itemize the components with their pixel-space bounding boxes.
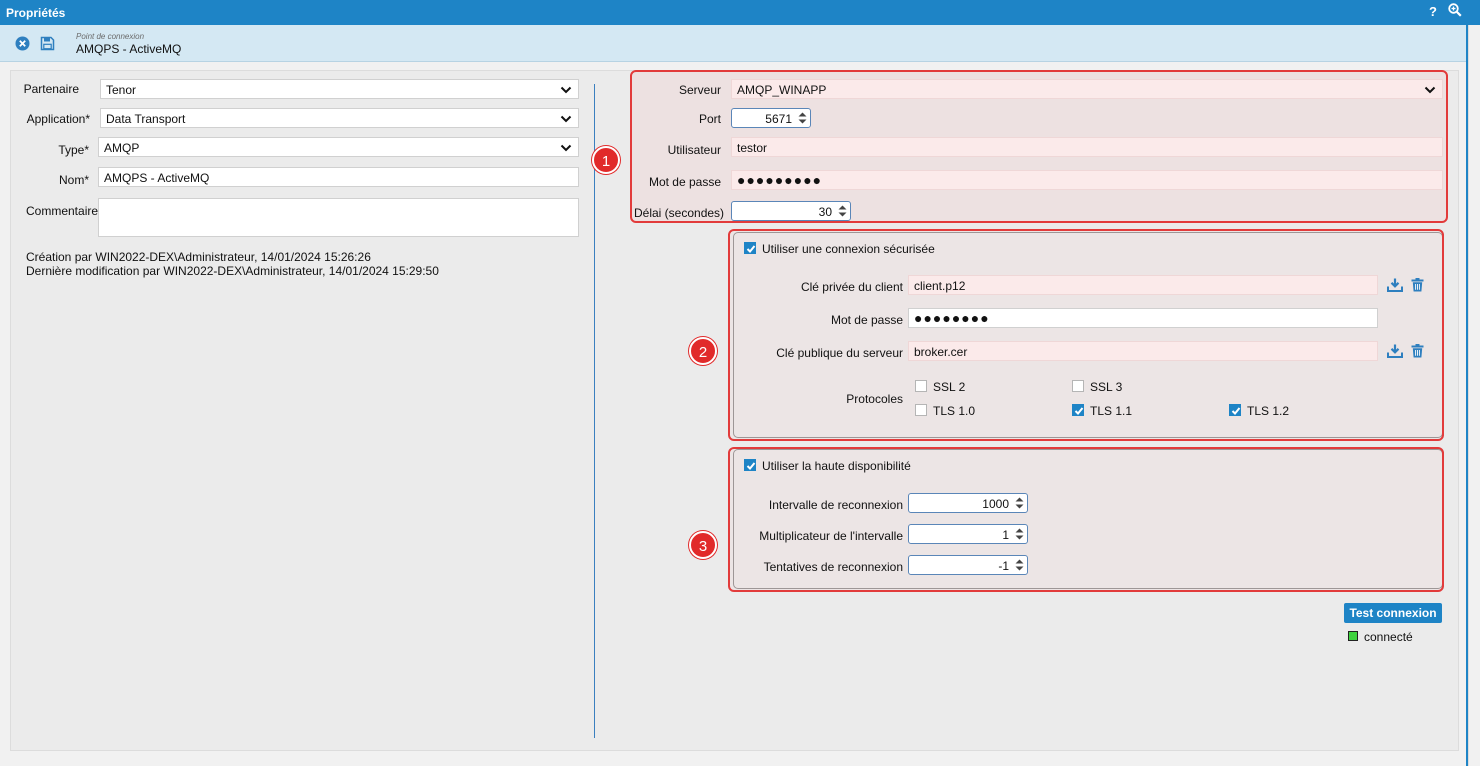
secure-checkbox-label: Utiliser une connexion sécurisée [762,242,935,256]
checkmark-icon [1231,407,1241,415]
delai-stepper[interactable]: 30 [731,201,851,221]
type-value: AMQP [104,141,140,155]
callout-1: 1 [592,146,620,174]
trash-icon[interactable] [1411,278,1424,295]
serveur-select[interactable]: AMQP_WINAPP [731,79,1443,99]
secure-section-highlight [728,229,1444,441]
ha-checkbox[interactable] [744,459,756,471]
spinner-arrows-icon[interactable] [1015,558,1024,572]
chevron-down-icon [560,115,572,123]
password-label: Mot de passe [648,175,721,189]
attempts-stepper[interactable]: -1 [908,555,1028,575]
protocol-tls11-checkbox[interactable] [1072,404,1084,416]
modification-info: Dernière modification par WIN2022-DEX\Ad… [26,264,439,278]
partenaire-value: Tenor [106,83,137,97]
application-select[interactable]: Data Transport [100,108,579,128]
multiplier-stepper[interactable]: 1 [908,524,1028,544]
callout-3: 3 [689,531,717,559]
application-label: Application* [26,112,90,126]
type-label: Type* [58,143,89,157]
status-label: connecté [1364,630,1413,644]
toolbar [0,25,1468,62]
secure-password-label: Mot de passe [830,313,903,327]
secure-password-input[interactable]: ●●●●●●●● [908,308,1378,328]
partenaire-select[interactable]: Tenor [100,79,579,99]
creation-info: Création par WIN2022-DEX\Administrateur,… [26,250,371,264]
protocol-tls11-label: TLS 1.1 [1090,404,1133,418]
port-label: Port [698,112,721,126]
commentaire-textarea[interactable] [98,198,579,237]
protocol-tls12-checkbox[interactable] [1229,404,1241,416]
chevron-down-icon [560,144,572,152]
attempts-value: -1 [998,559,1009,573]
utilisateur-value: testor [737,141,768,155]
attempts-label: Tentatives de reconnexion [763,560,903,574]
serveur-label: Serveur [678,83,721,97]
nom-value: AMQPS - ActiveMQ [104,171,210,185]
secure-password-value: ●●●●●●●● [914,310,990,326]
close-circle-icon[interactable] [15,36,30,54]
nom-input[interactable]: AMQPS - ActiveMQ [98,167,579,187]
trash-icon[interactable] [1411,344,1424,361]
interval-value: 1000 [982,497,1009,511]
interval-label: Intervalle de reconnexion [768,498,903,512]
status-indicator [1348,631,1358,641]
password-value: ●●●●●●●●● [737,172,823,188]
spinner-arrows-icon[interactable] [798,111,807,125]
zoom-in-icon[interactable] [1448,3,1462,20]
checkmark-icon [746,245,756,253]
spinner-arrows-icon[interactable] [1015,496,1024,510]
private-key-input[interactable]: client.p12 [908,275,1378,295]
multiplier-label: Multiplicateur de l'intervalle [759,529,903,543]
protocol-tls12-label: TLS 1.2 [1247,404,1290,418]
test-connection-button[interactable]: Test connexion [1344,603,1442,623]
private-key-value: client.p12 [914,279,966,293]
window-title: Propriétés [6,6,66,20]
scrollbar[interactable] [1468,25,1480,766]
interval-stepper[interactable]: 1000 [908,493,1028,513]
application-value: Data Transport [106,112,186,126]
spinner-arrows-icon[interactable] [838,204,847,218]
page-title: AMQPS - ActiveMQ [76,42,182,56]
column-divider [594,84,595,738]
commentaire-label: Commentaire [26,204,99,218]
protocols-label: Protocoles [846,392,903,406]
partenaire-label: Partenaire [23,82,79,96]
checkmark-icon [1074,407,1084,415]
utilisateur-label: Utilisateur [667,143,721,157]
protocol-tls10-label: TLS 1.0 [933,404,976,418]
chevron-down-icon [1424,86,1436,94]
page-subtitle: Point de connexion [76,32,145,41]
delai-label: Délai (secondes) [634,206,725,220]
secure-checkbox[interactable] [744,242,756,254]
type-select[interactable]: AMQP [98,137,579,157]
public-key-input[interactable]: broker.cer [908,341,1378,361]
protocol-tls10-checkbox[interactable] [915,404,927,416]
floppy-save-icon[interactable] [40,36,55,54]
help-button[interactable]: ? [1429,4,1437,19]
password-input[interactable]: ●●●●●●●●● [731,170,1443,190]
protocol-ssl2-checkbox[interactable] [915,380,927,392]
title-bar [0,0,1480,25]
callout-2: 2 [689,337,717,365]
delai-value: 30 [818,205,832,219]
utilisateur-input[interactable]: testor [731,137,1443,157]
port-stepper[interactable]: 5671 [731,108,811,128]
serveur-value: AMQP_WINAPP [737,83,827,97]
chevron-down-icon [560,86,572,94]
spinner-arrows-icon[interactable] [1015,527,1024,541]
multiplier-value: 1 [1002,528,1009,542]
download-icon[interactable] [1387,344,1403,361]
checkmark-icon [746,462,756,470]
download-icon[interactable] [1387,278,1403,295]
private-key-label: Clé privée du client [800,280,903,294]
public-key-value: broker.cer [914,345,968,359]
protocol-ssl2-label: SSL 2 [933,380,966,394]
public-key-label: Clé publique du serveur [776,346,903,360]
ha-checkbox-label: Utiliser la haute disponibilité [762,459,911,473]
nom-label: Nom* [58,173,89,187]
protocol-ssl3-label: SSL 3 [1090,380,1123,394]
port-value: 5671 [765,112,792,126]
protocol-ssl3-checkbox[interactable] [1072,380,1084,392]
